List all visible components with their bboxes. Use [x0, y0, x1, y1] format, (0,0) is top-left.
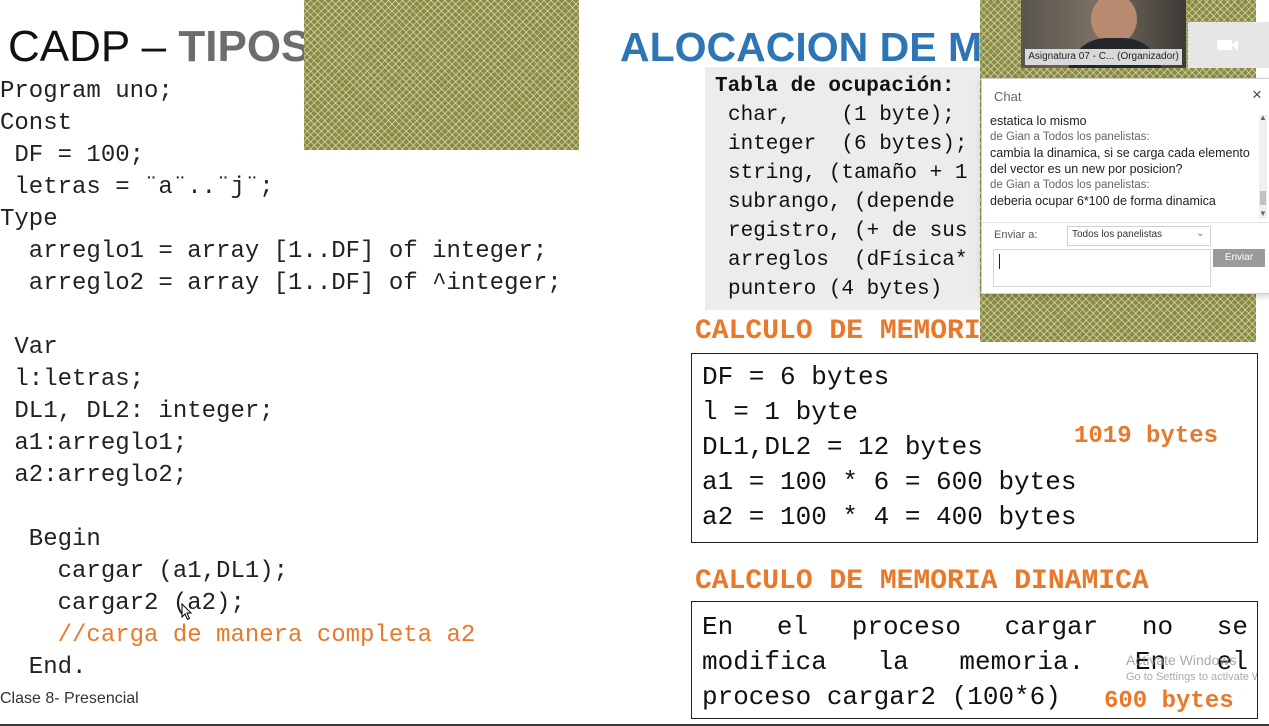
- chevron-up-icon[interactable]: ▲: [1259, 113, 1267, 123]
- chat-message-text: deberia ocupar 6*100 de forma dinamica: [990, 194, 1216, 208]
- code-line: Const: [0, 110, 73, 137]
- tabla-row: integer (6 bytes);: [728, 133, 968, 156]
- tabla-row: arreglos (dFísica*: [728, 249, 968, 272]
- dinamica-total: 600 bytes: [1104, 688, 1234, 715]
- close-icon[interactable]: ×: [1252, 85, 1262, 105]
- chat-messages: estatica lo mismo de Gian a Todos los pa…: [990, 113, 1258, 219]
- tabla-ocupacion: Tabla de ocupación: char, (1 byte); inte…: [705, 67, 980, 310]
- chat-message-meta: de Gian a Todos los panelistas:: [990, 179, 1150, 191]
- code-line: cargar2 (a2);: [0, 590, 245, 617]
- send-to-select[interactable]: Todos los panelistas ⌄: [1067, 226, 1211, 246]
- chevron-down-icon[interactable]: ▼: [1259, 209, 1267, 219]
- code-line: Begin: [0, 526, 101, 553]
- scrollbar-thumb[interactable]: [1260, 191, 1266, 205]
- estatica-line: DF = 6 bytes: [702, 362, 890, 392]
- send-to-value: Todos los panelistas: [1072, 229, 1163, 240]
- tabla-row: registro, (+ de sus: [728, 220, 968, 243]
- chat-message-meta: de Gian a Todos los panelistas:: [990, 131, 1150, 143]
- video-label: Asignatura 07 - C... (Organizador): [1025, 49, 1182, 65]
- watermark-line-2: Go to Settings to activate W: [1126, 671, 1258, 683]
- overlay-pattern-bottom: [980, 310, 1256, 342]
- chat-input[interactable]: [993, 249, 1211, 287]
- chat-title: Chat: [994, 89, 1022, 104]
- slide-title-right: ALOCACION DE M: [620, 24, 983, 70]
- camera-toggle[interactable]: [1188, 22, 1269, 68]
- estatica-line: a1 = 100 * 6 = 600 bytes: [702, 467, 1077, 497]
- code-line: Var: [0, 334, 58, 361]
- text-cursor: [999, 254, 1000, 269]
- send-button[interactable]: Enviar: [1213, 249, 1265, 267]
- estatica-line: l = 1 byte: [702, 397, 859, 427]
- tabla-row: char, (1 byte);: [728, 104, 955, 127]
- video-camera-icon: [1217, 40, 1238, 50]
- code-line: letras = ¨a¨..¨j¨;: [0, 174, 274, 201]
- code-line: a2:arreglo2;: [0, 462, 188, 489]
- code-line: arreglo1 = array [1..DF] of integer;: [0, 238, 548, 265]
- slide-footer: Clase 8- Presencial: [0, 690, 139, 707]
- watermark-line-1: Activate Windows: [1126, 652, 1237, 668]
- code-line: l:letras;: [0, 366, 145, 393]
- chat-message-text: estatica lo mismo: [990, 114, 1087, 128]
- code-block: Program uno; Const DF = 100; letras = ¨a…: [0, 78, 600, 688]
- mouse-cursor-icon: [181, 603, 193, 621]
- dropdown-chevron-icon: ⌄: [1196, 228, 1205, 239]
- tabla-row: string, (tamaño + 1: [728, 162, 968, 185]
- dinamica-box: En el proceso cargar no se modifica la m…: [691, 601, 1258, 719]
- estatica-total: 1019 bytes: [1074, 423, 1219, 450]
- code-line: End.: [0, 654, 87, 681]
- tabla-row: subrango, (depende: [728, 191, 955, 214]
- code-line: a1:arreglo1;: [0, 430, 188, 457]
- code-line: Type: [0, 206, 58, 233]
- estatica-box: DF = 6 bytes l = 1 byte DL1,DL2 = 12 byt…: [691, 353, 1258, 543]
- slide-title-left: CADP – TIPOS: [8, 22, 310, 72]
- estatica-line: DL1,DL2 = 12 bytes: [702, 432, 983, 462]
- code-line: DF = 100;: [0, 142, 145, 169]
- code-line: arreglo2 = array [1..DF] of ^integer;: [0, 270, 562, 297]
- dinamica-line-3: proceso cargar2 (100*6): [702, 682, 1061, 712]
- dinamica-heading: CALCULO DE MEMORIA DINAMICA: [695, 566, 1149, 597]
- code-line: Program uno;: [0, 78, 173, 105]
- chat-scrollbar[interactable]: ▲ ▼: [1259, 113, 1267, 219]
- video-thumbnail[interactable]: Asignatura 07 - C... (Organizador): [1021, 0, 1186, 68]
- tabla-row: puntero (4 bytes): [728, 278, 943, 301]
- send-to-label: Enviar a:: [994, 229, 1038, 241]
- chat-message-text: cambia la dinamica, si se carga cada ele…: [990, 146, 1250, 176]
- chat-divider: [982, 222, 1269, 223]
- chat-panel: Chat × estatica lo mismo de Gian a Todos…: [981, 78, 1269, 294]
- slide-title-emphasis: TIPOS: [178, 22, 311, 71]
- estatica-line: a2 = 100 * 4 = 400 bytes: [702, 502, 1077, 532]
- tabla-title: Tabla de ocupación:: [715, 75, 955, 98]
- code-comment: //carga de manera completa a2: [0, 622, 476, 649]
- dinamica-line-1: En el proceso cargar no se: [702, 612, 1248, 642]
- code-line: cargar (a1,DL1);: [0, 558, 289, 585]
- code-line: DL1, DL2: integer;: [0, 398, 274, 425]
- slide-title-prefix: CADP –: [8, 22, 179, 71]
